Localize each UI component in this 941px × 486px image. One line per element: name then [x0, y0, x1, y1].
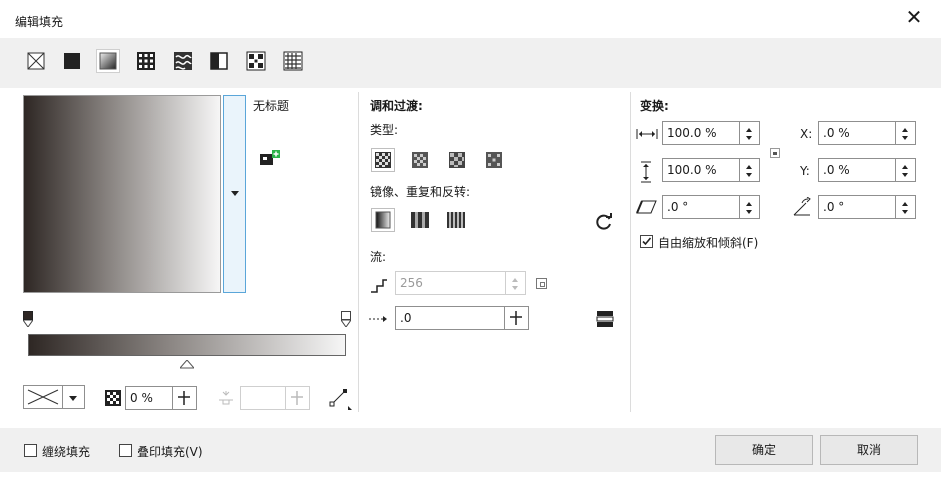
steps-lock-icon[interactable]	[536, 278, 547, 289]
skew-input[interactable]: .0 °	[662, 195, 740, 219]
y-label: Y:	[800, 164, 810, 178]
rotate-spinner[interactable]	[896, 195, 916, 219]
overprint-fill-label: 叠印填充(V)	[137, 445, 203, 459]
interactive-fill-tool-icon[interactable]	[328, 387, 352, 414]
acceleration-input[interactable]: .0	[395, 306, 505, 330]
height-icon	[640, 161, 652, 186]
dialog-title: 编辑填充	[15, 15, 64, 29]
start-color-node[interactable]	[23, 311, 33, 327]
fountain-fill-icon[interactable]	[96, 49, 120, 73]
node-position-input[interactable]	[240, 386, 286, 410]
postscript-fill-icon[interactable]	[281, 49, 305, 73]
node-color-picker[interactable]	[23, 385, 63, 409]
x-label: X:	[800, 127, 813, 141]
fill-type-toolbar	[0, 38, 941, 88]
reflect-fill-icon[interactable]	[408, 208, 432, 232]
y-offset-input[interactable]: .0 %	[818, 158, 896, 182]
panel-divider	[358, 92, 359, 412]
linear-fill-type-icon[interactable]	[371, 148, 395, 172]
fill-width-spinner[interactable]	[740, 121, 760, 145]
free-scale-label: 自由缩放和倾斜(F)	[658, 236, 759, 250]
smooth-transition-icon[interactable]	[596, 310, 614, 331]
gradient-bar[interactable]	[28, 334, 346, 356]
two-color-pattern-icon[interactable]	[207, 49, 231, 73]
cancel-button[interactable]: 取消	[820, 435, 918, 465]
lock-ratio-icon[interactable]	[770, 148, 780, 158]
transform-heading: 变换:	[640, 99, 669, 113]
color-dropdown-button[interactable]	[63, 385, 85, 409]
wrap-fill-checkbox[interactable]	[24, 444, 37, 457]
midpoint-slider[interactable]	[178, 358, 196, 372]
texture-fill-icon[interactable]	[244, 49, 268, 73]
end-color-node[interactable]	[341, 311, 351, 327]
wrap-fill-label: 缠绕填充	[42, 445, 91, 459]
type-label: 类型:	[370, 123, 399, 137]
preset-dropdown-button[interactable]	[223, 95, 246, 293]
skew-icon	[636, 199, 658, 218]
mirror-label: 镜像、重复和反转:	[370, 185, 471, 199]
overprint-fill-checkbox[interactable]	[119, 444, 132, 457]
chevron-down-icon	[231, 191, 239, 196]
steps-input[interactable]: 256	[395, 271, 506, 295]
fill-width-input[interactable]: 100.0 %	[662, 121, 740, 145]
transparency-input[interactable]: 0 %	[125, 386, 173, 410]
flow-label: 流:	[370, 250, 387, 264]
x-offset-input[interactable]: .0 %	[818, 121, 896, 145]
elliptical-fill-type-icon[interactable]	[408, 148, 432, 172]
acceleration-icon	[368, 313, 390, 327]
width-icon	[636, 128, 658, 143]
fill-height-input[interactable]: 100.0 %	[662, 158, 740, 182]
ok-button[interactable]: 确定	[715, 435, 813, 465]
fill-name-label: 无标题	[253, 99, 290, 113]
fill-preview	[23, 95, 221, 293]
close-icon[interactable]: ✕	[903, 6, 925, 28]
steps-icon	[369, 274, 389, 297]
skew-spinner[interactable]	[740, 195, 760, 219]
free-scale-checkbox[interactable]	[640, 235, 653, 248]
x-offset-spinner[interactable]	[896, 121, 916, 145]
rotate-input[interactable]: .0 °	[818, 195, 896, 219]
blend-heading: 调和过渡:	[370, 99, 423, 113]
uniform-fill-icon[interactable]	[60, 49, 84, 73]
node-position-icon	[217, 389, 235, 410]
vector-pattern-icon[interactable]	[134, 49, 158, 73]
y-offset-spinner[interactable]	[896, 158, 916, 182]
default-fill-icon[interactable]	[371, 208, 395, 232]
steps-spinner[interactable]	[506, 271, 526, 295]
transparency-icon	[104, 389, 122, 410]
transparency-slider-button[interactable]	[173, 386, 197, 410]
repeat-fill-icon[interactable]	[445, 208, 469, 232]
bitmap-pattern-icon[interactable]	[171, 49, 195, 73]
panel-divider	[630, 92, 631, 412]
fill-height-spinner[interactable]	[740, 158, 760, 182]
acceleration-slider-button[interactable]	[505, 306, 529, 330]
rectangular-fill-type-icon[interactable]	[482, 148, 506, 172]
rotate-icon	[792, 196, 814, 220]
no-fill-icon[interactable]	[24, 49, 48, 73]
reverse-icon[interactable]	[594, 212, 614, 235]
node-position-slider-button[interactable]	[286, 386, 310, 410]
add-preset-icon[interactable]	[259, 149, 281, 170]
conical-fill-type-icon[interactable]	[445, 148, 469, 172]
